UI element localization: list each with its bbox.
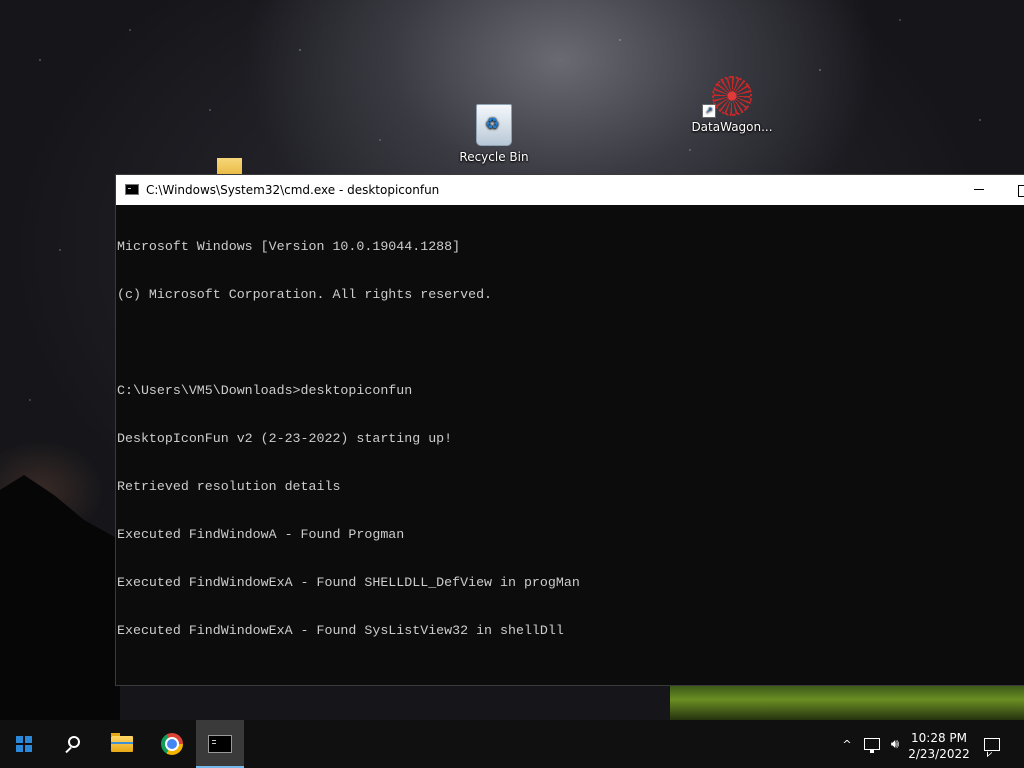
cmd-window[interactable]: C:\Windows\System32\cmd.exe - desktopico…	[116, 175, 1024, 733]
taskbar: ^ 🔊︎ 10:28 PM 2/23/2022	[0, 720, 1024, 768]
recycle-bin-icon	[476, 104, 512, 146]
network-icon	[864, 738, 880, 753]
desktop-icon-label: Recycle Bin	[459, 150, 529, 164]
taskbar-chrome[interactable]	[148, 720, 196, 768]
desktop-icon-label: DataWagon...	[691, 120, 773, 134]
notification-icon	[984, 737, 1000, 751]
folder-icon[interactable]	[217, 158, 242, 176]
shortcut-arrow-icon: ↗	[702, 104, 716, 118]
console-line: Microsoft Windows [Version 10.0.19044.12…	[117, 239, 461, 254]
windows-logo-icon	[16, 736, 32, 752]
console-line: Retrieved resolution details	[117, 479, 341, 494]
window-title: C:\Windows\System32\cmd.exe - desktopico…	[146, 183, 440, 197]
console-line: (c) Microsoft Corporation. All rights re…	[117, 287, 493, 302]
chevron-up-icon: ^	[842, 737, 852, 751]
console-line: Executed FindWindowA - Found Progman	[117, 527, 405, 542]
console-line: Executed FindWindowExA - Found SHELLDLL_…	[117, 575, 580, 590]
maximize-button[interactable]	[1012, 175, 1024, 205]
taskbar-cmd[interactable]	[196, 720, 244, 768]
file-explorer-icon	[111, 733, 133, 752]
network-button[interactable]	[862, 720, 882, 768]
console-line: C:\Users\VM5\Downloads>desktopiconfun	[117, 383, 413, 398]
action-center-button[interactable]	[980, 720, 1004, 768]
start-button[interactable]	[0, 720, 48, 768]
clock-date: 2/23/2022	[908, 747, 970, 761]
cmd-icon	[208, 735, 232, 753]
datawagon-shortcut-icon: ↗	[702, 76, 752, 118]
search-button[interactable]	[48, 720, 96, 768]
clock-time: 10:28 PM	[911, 731, 967, 745]
volume-button[interactable]: 🔊︎	[884, 720, 906, 768]
clock[interactable]: 10:28 PM 2/23/2022	[906, 730, 972, 762]
cmd-icon	[125, 184, 139, 195]
chrome-icon	[161, 733, 183, 755]
console-line: Executed FindWindowExA - Found SysListVi…	[117, 623, 564, 638]
taskbar-file-explorer[interactable]	[98, 720, 146, 768]
speaker-icon: 🔊︎	[890, 736, 900, 752]
minimize-button[interactable]	[964, 175, 994, 205]
show-hidden-icons-button[interactable]: ^	[838, 720, 856, 768]
desktop-icon-datawagon[interactable]: ↗ DataWagon...	[690, 76, 774, 134]
search-icon	[68, 736, 80, 748]
console-output[interactable]: Microsoft Windows [Version 10.0.19044.12…	[117, 205, 1024, 733]
window-titlebar[interactable]: C:\Windows\System32\cmd.exe - desktopico…	[116, 175, 1024, 205]
console-line: DesktopIconFun v2 (2-23-2022) starting u…	[117, 431, 453, 446]
desktop-icon-recycle-bin[interactable]: Recycle Bin	[452, 104, 536, 164]
